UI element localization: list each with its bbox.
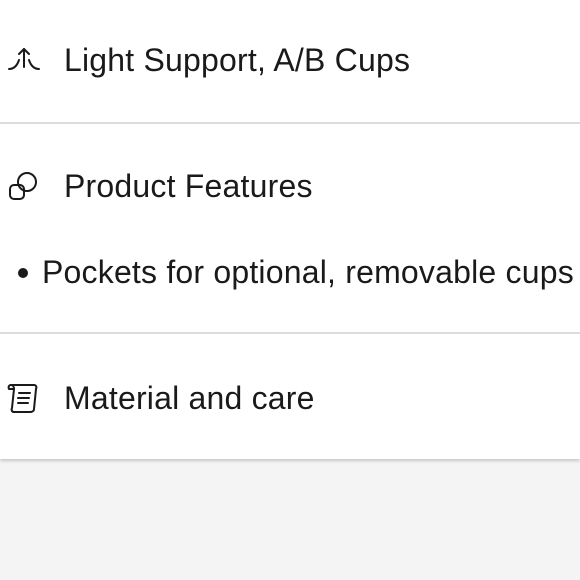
- feature-bullet-item: Pockets for optional, removable cups: [0, 254, 580, 290]
- material-care-header[interactable]: Material and care: [0, 380, 580, 416]
- support-arc-icon: [6, 42, 42, 78]
- support-level-label: Light Support, A/B Cups: [64, 42, 411, 78]
- overlapping-shapes-icon: [6, 168, 42, 204]
- product-features-header[interactable]: Product Features: [0, 168, 580, 204]
- feature-bullet-text: Pockets for optional, removable cups: [42, 254, 574, 290]
- section-divider: [0, 122, 580, 124]
- material-care-label: Material and care: [64, 380, 315, 416]
- product-features-label: Product Features: [64, 168, 313, 204]
- bullet-dot: [18, 268, 28, 278]
- support-level-row: Light Support, A/B Cups: [0, 42, 580, 78]
- section-divider: [0, 332, 580, 334]
- scroll-care-label-icon: [6, 380, 42, 416]
- product-details-panel: Light Support, A/B Cups Product Features…: [0, 0, 580, 459]
